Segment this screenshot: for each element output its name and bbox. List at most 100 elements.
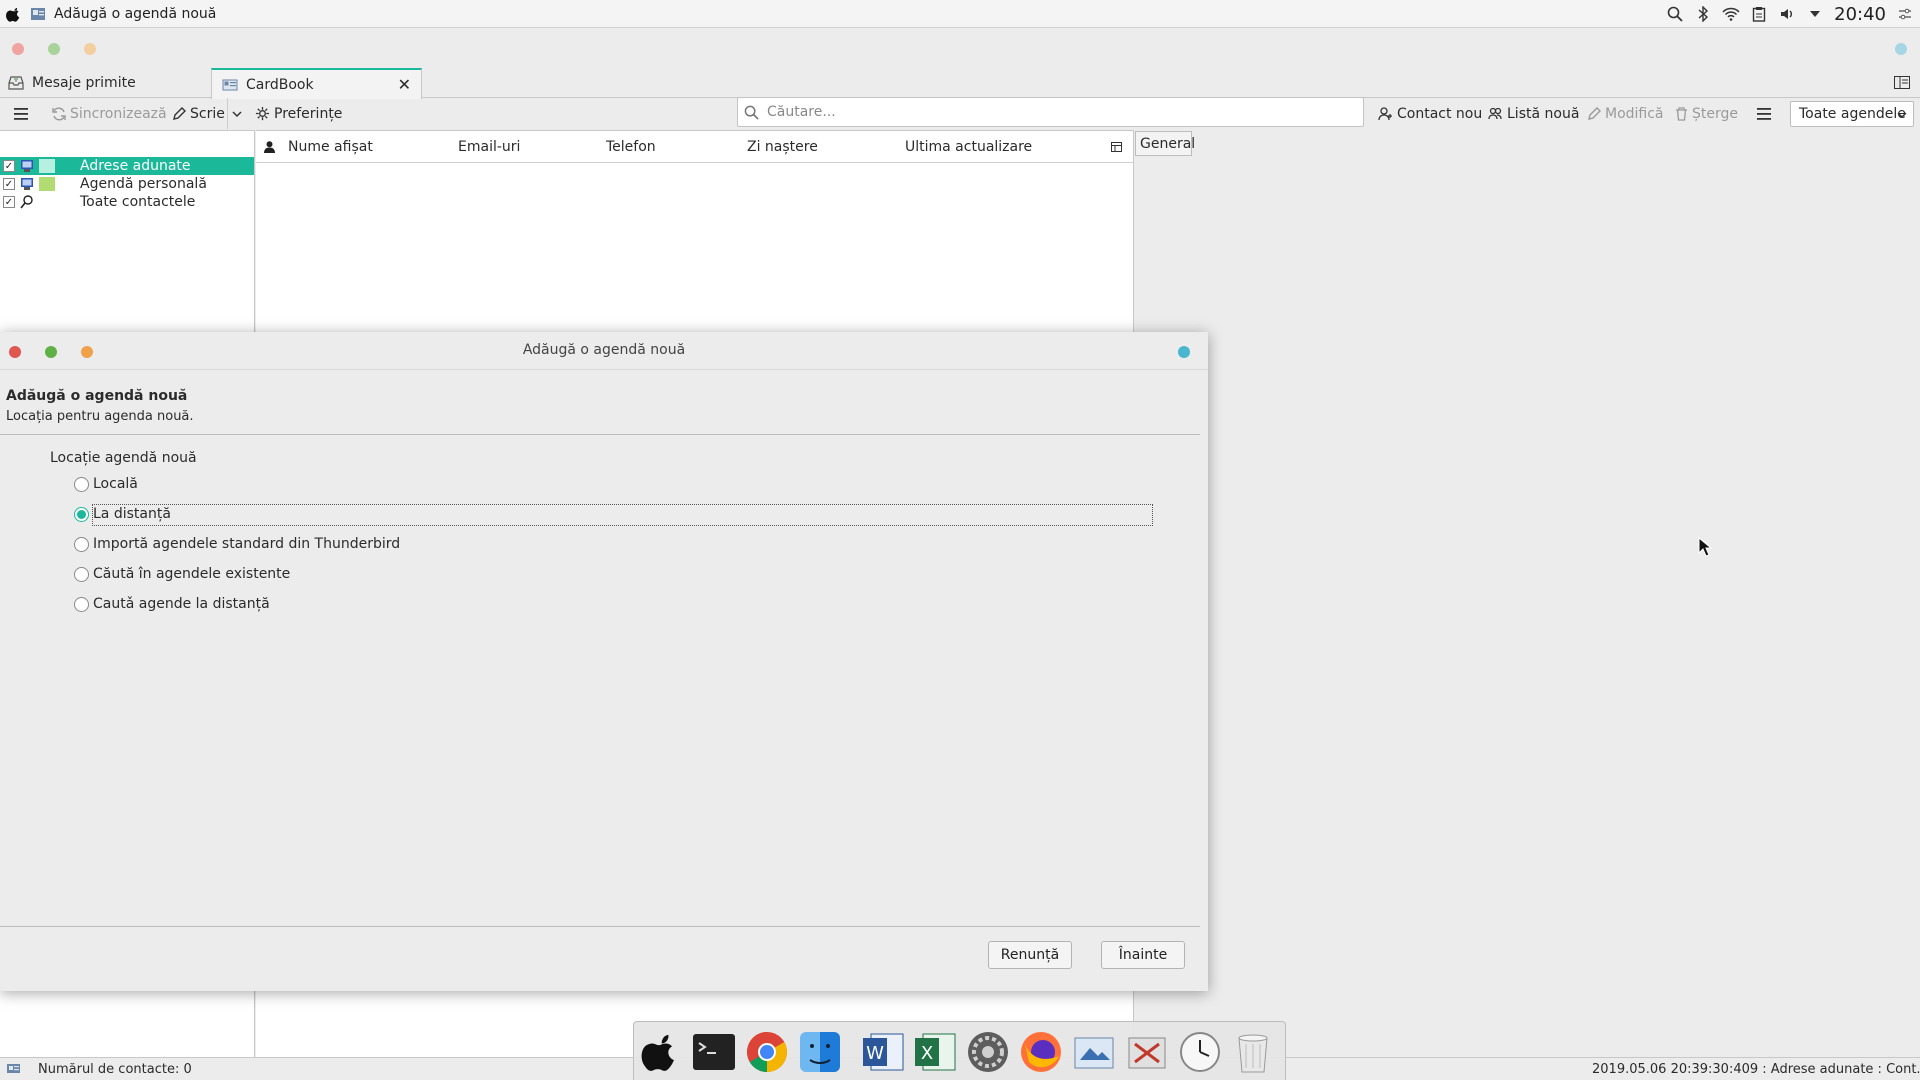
search-input[interactable] (765, 103, 1345, 121)
maximize-window-button[interactable] (84, 43, 96, 55)
dock-system-settings-icon[interactable] (965, 1029, 1011, 1075)
option-remote-radio[interactable] (74, 506, 89, 522)
new-list-label: Listă nouă (1507, 105, 1580, 122)
new-contact-button[interactable]: Contact nou (1378, 98, 1482, 129)
dialog-footer-divider (0, 926, 1200, 927)
bluetooth-icon[interactable] (1694, 5, 1712, 23)
clipboard-icon[interactable] (1750, 5, 1768, 23)
dock-mail-icon[interactable] (1071, 1029, 1117, 1075)
column-birthday[interactable]: Zi naștere (747, 139, 818, 155)
edit-label: Modifică (1605, 105, 1664, 122)
caret-down-icon[interactable] (1806, 5, 1824, 23)
column-emails[interactable]: Email-uri (458, 139, 520, 155)
option-search-remote-radio[interactable] (74, 596, 89, 612)
sync-button[interactable]: Sincronizează (52, 98, 167, 129)
next-button[interactable]: Înainte (1101, 941, 1185, 969)
write-label: Scrie (190, 105, 225, 122)
tab-bar: Mesaje primite CardBook ✕ (0, 68, 1920, 99)
option-local-radio[interactable] (74, 476, 89, 492)
sidebar-toggle-icon[interactable] (1894, 76, 1910, 89)
dock-chrome-icon[interactable] (744, 1029, 790, 1075)
add-list-icon (1488, 107, 1502, 120)
search-icon (744, 105, 759, 120)
address-book-select[interactable]: Toate agendele (1790, 101, 1914, 127)
address-book-app-icon (31, 7, 45, 20)
tab-cardbook[interactable]: CardBook ✕ (211, 68, 422, 99)
dialog-header: Adăugă o agendă nouă Locația pentru agen… (0, 382, 1200, 435)
column-picker-icon[interactable] (1111, 142, 1122, 152)
local-book-icon (21, 178, 33, 190)
delete-button[interactable]: Șterge (1675, 98, 1738, 129)
tab-general[interactable]: General (1135, 131, 1195, 156)
dock-terminal-icon[interactable] (691, 1029, 737, 1075)
window-menu-button[interactable] (1895, 43, 1907, 55)
tree-item-label: Agendă personală (80, 176, 207, 192)
contact-type-icon[interactable] (264, 141, 275, 153)
settings-icon[interactable] (1896, 5, 1914, 23)
dock-finder-icon[interactable] (797, 1029, 843, 1075)
column-last-updated[interactable]: Ultima actualizare (905, 139, 1032, 155)
tab-inbox[interactable]: Mesaje primite (0, 68, 210, 98)
dialog-title: Adăugă o agendă nouă (522, 342, 686, 358)
column-display-name[interactable]: Nume afișat (288, 139, 373, 155)
tree-item-all-contacts[interactable]: ✓ Toate contactele (0, 193, 254, 211)
search-icon[interactable] (1666, 5, 1684, 23)
top-menubar: Adăugă o agendă nouă 20:40 (0, 0, 1920, 28)
apple-icon[interactable] (6, 6, 22, 22)
inbox-icon (8, 76, 24, 90)
write-button[interactable]: Scrie (172, 98, 225, 129)
app-menu-button[interactable] (14, 98, 28, 129)
tree-item-checkbox[interactable]: ✓ (3, 178, 15, 190)
tab-cardbook-label: CardBook (246, 76, 314, 93)
address-book-select-value: Toate agendele (1799, 106, 1906, 122)
close-tab-icon[interactable]: ✕ (398, 75, 411, 94)
dock-excel-icon[interactable]: X (912, 1029, 958, 1075)
new-list-button[interactable]: Listă nouă (1488, 98, 1579, 129)
option-search-existing[interactable]: Căută în agendele existente (74, 563, 290, 585)
dock-apple-icon[interactable] (638, 1029, 684, 1075)
dock-firefox-icon[interactable] (1018, 1029, 1064, 1075)
wifi-icon[interactable] (1722, 5, 1740, 23)
option-import-thunderbird-radio[interactable] (74, 536, 89, 552)
tab-inbox-label: Mesaje primite (32, 75, 136, 91)
option-import-thunderbird[interactable]: Importă agendele standard din Thunderbir… (74, 533, 400, 555)
delete-label: Șterge (1692, 105, 1738, 122)
option-search-existing-radio[interactable] (74, 566, 89, 582)
dock-clock-icon[interactable] (1177, 1029, 1223, 1075)
tree-item-checkbox[interactable]: ✓ (3, 196, 15, 208)
svg-text:X: X (921, 1043, 933, 1064)
svg-text:W: W (866, 1043, 884, 1064)
option-search-remote-label: Cautǎ agende la distanță (93, 596, 270, 612)
preferences-button[interactable]: Preferințe (255, 98, 342, 129)
option-local[interactable]: Locală (74, 473, 138, 495)
close-window-button[interactable] (12, 43, 24, 55)
dock-word-icon[interactable]: W (860, 1029, 906, 1075)
option-import-thunderbird-label: Importă agendele standard din Thunderbir… (93, 536, 401, 552)
dock-utilities-icon[interactable] (1124, 1029, 1170, 1075)
dialog-menu-button[interactable] (1178, 346, 1190, 358)
search-icon (20, 195, 33, 209)
status-log-text: 2019.05.06 20:39:30:409 : Adrese adunate… (1592, 1062, 1920, 1077)
preferences-label: Preferințe (274, 105, 343, 122)
volume-icon[interactable] (1778, 5, 1796, 23)
option-search-remote[interactable]: Cautǎ agende la distanță (74, 593, 270, 615)
tree-item-collected[interactable]: ✓ Adrese adunate (0, 157, 254, 175)
mouse-cursor-icon (1698, 537, 1712, 557)
write-dropdown-button[interactable] (227, 98, 242, 129)
dialog-heading: Adăugă o agendă nouă (6, 388, 188, 404)
clock-text[interactable]: 20:40 (1834, 4, 1886, 25)
column-phone[interactable]: Telefon (606, 139, 656, 155)
trash-icon (1676, 106, 1687, 121)
tree-item-checkbox[interactable]: ✓ (3, 160, 15, 172)
dock-trash-icon[interactable] (1230, 1029, 1276, 1075)
edit-button[interactable]: Modifică (1587, 98, 1664, 129)
option-remote[interactable]: La distanță (74, 503, 171, 525)
dialog-titlebar: Adăugă o agendă nouă (0, 332, 1208, 370)
cancel-button[interactable]: Renunță (988, 941, 1072, 969)
tree-item-label: Toate contactele (80, 194, 196, 210)
minimize-window-button[interactable] (48, 43, 60, 55)
search-box (737, 97, 1364, 127)
view-menu-button[interactable] (1757, 98, 1771, 129)
chevron-down-icon (1897, 112, 1907, 119)
tree-item-personal[interactable]: ✓ Agendă personală (0, 175, 254, 193)
